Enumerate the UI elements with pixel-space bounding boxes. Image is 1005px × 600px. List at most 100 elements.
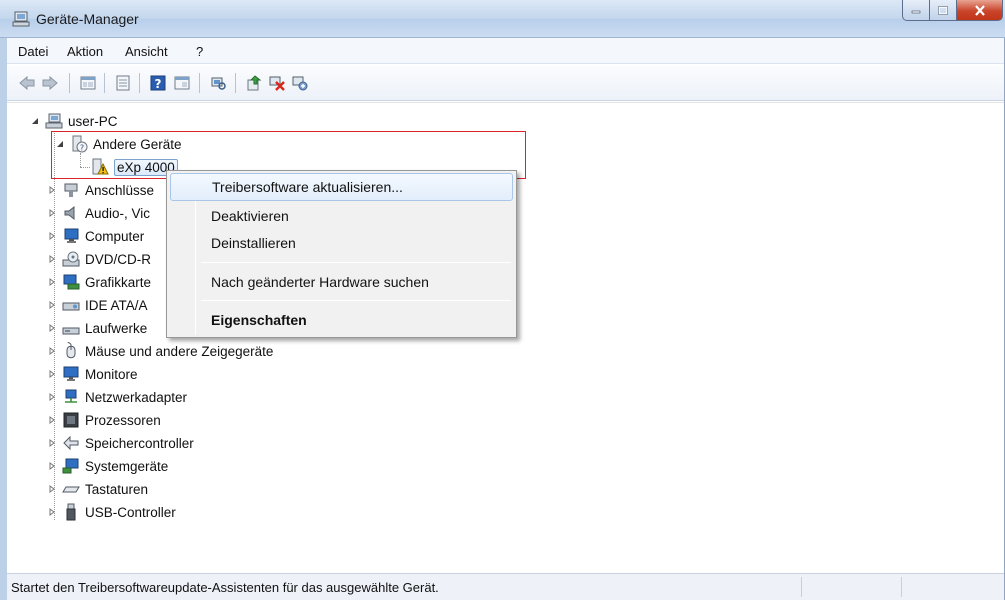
system-devices-icon — [62, 457, 80, 475]
menu-item-scan-hardware[interactable]: Nach geänderter Hardware suchen — [170, 268, 513, 296]
collapsed-icon[interactable] — [47, 185, 57, 195]
expanded-icon[interactable] — [55, 139, 65, 149]
tree-item-ports[interactable]: Anschlüsse — [47, 179, 154, 201]
forward-icon[interactable] — [41, 74, 59, 92]
optical-drive-icon — [62, 250, 80, 268]
menu-separator — [201, 300, 511, 301]
menu-bar: Datei Aktion Ansicht ? — [7, 38, 1004, 64]
menu-ansicht[interactable]: Ansicht — [125, 44, 168, 59]
menu-aktion[interactable]: Aktion — [67, 44, 103, 59]
tree-label: Computer — [85, 228, 145, 244]
disable-device-icon[interactable] — [268, 74, 286, 92]
menu-item-uninstall[interactable]: Deinstallieren — [170, 229, 513, 257]
list-view-icon[interactable] — [114, 74, 132, 92]
uninstall-device-icon[interactable] — [291, 74, 309, 92]
menu-item-properties[interactable]: Eigenschaften — [170, 306, 513, 334]
scan-hardware-icon[interactable] — [209, 74, 227, 92]
tree-label: Mäuse und andere Zeigegeräte — [85, 343, 274, 359]
status-divider — [801, 577, 802, 597]
toolbar: ? — [7, 65, 1004, 101]
minimize-icon — [911, 10, 921, 14]
collapsed-icon[interactable] — [47, 484, 57, 494]
context-menu: Treibersoftware aktualisieren... Deaktiv… — [166, 170, 517, 338]
collapsed-icon[interactable] — [47, 392, 57, 402]
collapsed-icon[interactable] — [47, 415, 57, 425]
close-button[interactable] — [957, 0, 1003, 21]
collapsed-icon[interactable] — [47, 231, 57, 241]
display-adapter-icon — [62, 273, 80, 291]
tree-label: Systemgeräte — [85, 458, 169, 474]
tree-item-network[interactable]: Netzwerkadapter — [47, 386, 187, 408]
console-tree-icon[interactable] — [173, 74, 191, 92]
tree-label: Monitore — [85, 366, 138, 382]
update-driver-icon[interactable] — [245, 74, 263, 92]
tree-label: Laufwerke — [85, 320, 148, 336]
collapsed-icon[interactable] — [47, 461, 57, 471]
tree-item-audio[interactable]: Audio-, Vic — [47, 202, 150, 224]
window-title: Geräte-Manager — [36, 11, 139, 27]
minimize-button[interactable] — [902, 0, 930, 21]
toolbar-separator — [199, 73, 200, 93]
collapsed-icon[interactable] — [47, 323, 57, 333]
tree-item-computer[interactable]: Computer — [47, 225, 144, 247]
collapsed-icon[interactable] — [47, 208, 57, 218]
tree-label: IDE ATA/A — [85, 297, 148, 313]
collapsed-icon[interactable] — [47, 300, 57, 310]
warning-device-icon — [91, 158, 109, 176]
maximize-button[interactable] — [930, 0, 957, 21]
tree-item-mice[interactable]: Mäuse und andere Zeigegeräte — [47, 340, 273, 362]
unknown-device-icon: ? — [70, 135, 88, 153]
device-manager-icon — [12, 10, 30, 28]
back-icon[interactable] — [18, 74, 36, 92]
svg-text:?: ? — [80, 144, 84, 153]
tree-item-keyboards[interactable]: Tastaturen — [47, 478, 148, 500]
tree-label: Anschlüsse — [85, 182, 155, 198]
properties-view-icon[interactable] — [79, 74, 97, 92]
tree-label: Speichercontroller — [85, 435, 194, 451]
tree-item-ide[interactable]: IDE ATA/A — [47, 294, 148, 316]
monitor-icon — [62, 365, 80, 383]
disk-drive-icon — [62, 319, 80, 337]
tree-item-usb[interactable]: USB-Controller — [47, 501, 176, 523]
menu-item-label: Treibersoftware aktualisieren... — [212, 179, 403, 195]
tree-guide-line — [80, 153, 81, 167]
close-icon — [974, 4, 985, 16]
tree-label: Grafikkarte — [85, 274, 152, 290]
tree-root[interactable]: user-PC — [30, 110, 118, 132]
collapsed-icon[interactable] — [47, 346, 57, 356]
menu-item-update-driver[interactable]: Treibersoftware aktualisieren... — [170, 173, 513, 201]
ide-controller-icon — [62, 296, 80, 314]
tree-item-graphics[interactable]: Grafikkarte — [47, 271, 151, 293]
tree-item-processors[interactable]: Prozessoren — [47, 409, 161, 431]
computer-icon — [45, 112, 63, 130]
tree-item-other-devices[interactable]: ? Andere Geräte — [55, 133, 182, 155]
collapsed-icon[interactable] — [47, 277, 57, 287]
usb-icon — [62, 503, 80, 521]
collapsed-icon[interactable] — [47, 438, 57, 448]
network-adapter-icon — [62, 388, 80, 406]
collapsed-icon[interactable] — [47, 369, 57, 379]
menu-datei[interactable]: Datei — [18, 44, 48, 59]
menu-item-label: Deinstallieren — [211, 235, 296, 251]
tree-item-dvd[interactable]: DVD/CD-R — [47, 248, 151, 270]
tree-item-system[interactable]: Systemgeräte — [47, 455, 168, 477]
collapsed-icon[interactable] — [47, 507, 57, 517]
status-bar: Startet den Treibersoftwareupdate-Assist… — [7, 573, 1004, 600]
expanded-icon[interactable] — [30, 116, 40, 126]
title-bar[interactable]: Geräte-Manager — [0, 0, 1005, 38]
tree-item-monitors[interactable]: Monitore — [47, 363, 138, 385]
toolbar-separator — [104, 73, 105, 93]
collapsed-icon[interactable] — [47, 254, 57, 264]
menu-help[interactable]: ? — [196, 44, 203, 59]
tree-item-storage[interactable]: Speichercontroller — [47, 432, 194, 454]
toolbar-separator — [235, 73, 236, 93]
toolbar-separator — [69, 73, 70, 93]
menu-item-disable[interactable]: Deaktivieren — [170, 202, 513, 230]
tree-label: Audio-, Vic — [85, 205, 151, 221]
help-icon[interactable]: ? — [149, 74, 167, 92]
tree-label: Prozessoren — [85, 412, 161, 428]
tree-label: USB-Controller — [85, 504, 176, 520]
tree-item-exp4000[interactable]: eXp 4000 — [91, 156, 178, 178]
tree-item-drives[interactable]: Laufwerke — [47, 317, 147, 339]
tree-label: Tastaturen — [85, 481, 149, 497]
